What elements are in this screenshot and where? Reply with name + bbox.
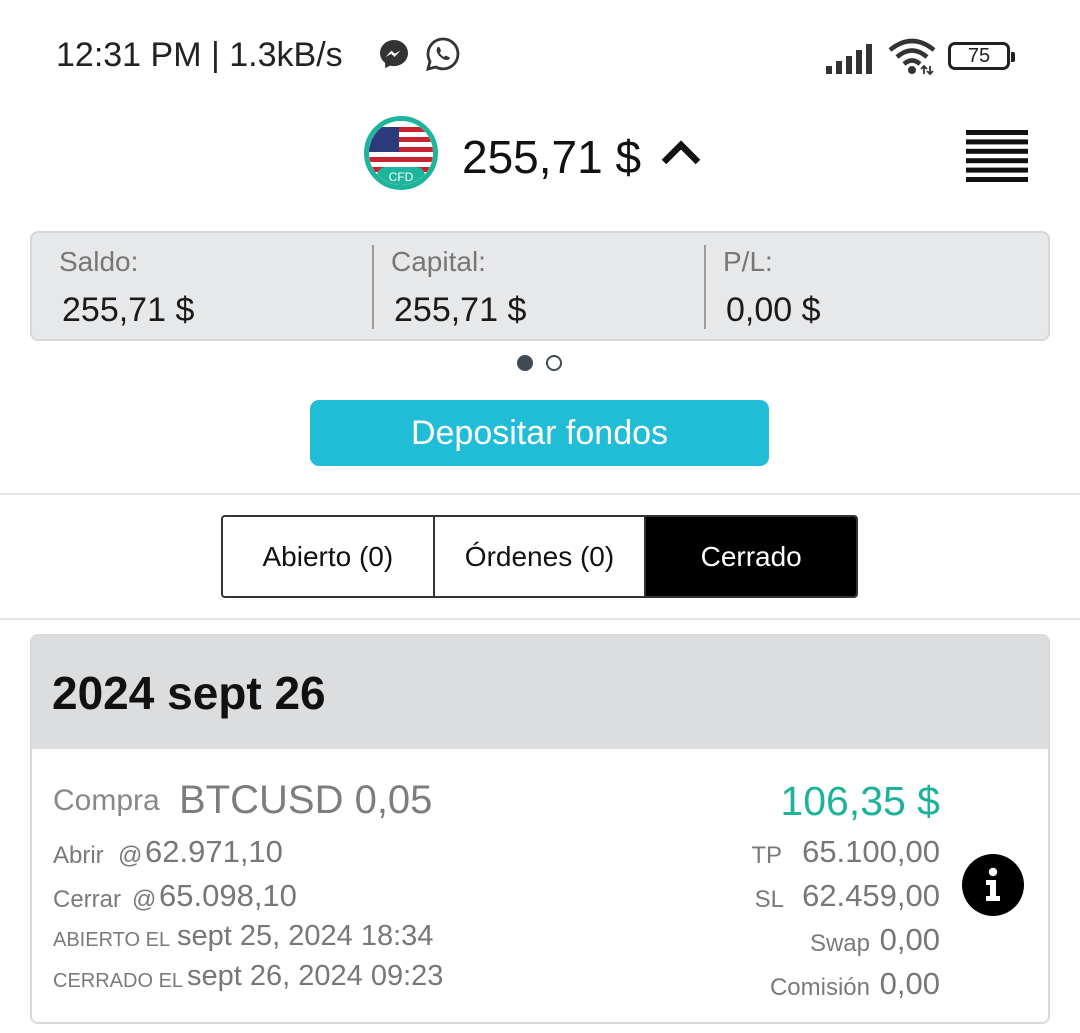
sl-value: 62.459,00 [802, 878, 940, 913]
opened-at-value: sept 25, 2024 18:34 [177, 920, 434, 952]
deposit-funds-button[interactable]: Depositar fondos [310, 400, 769, 466]
wifi-icon [888, 38, 936, 76]
flag-badge: CFD [389, 170, 414, 184]
commission-label: Comisión [769, 974, 870, 1001]
saldo-block: Saldo: 255,71 $ [59, 245, 194, 329]
tab-orders[interactable]: Órdenes (0) [435, 517, 647, 596]
opened-at-label: ABIERTO EL [53, 929, 171, 951]
chevron-up-icon[interactable] [660, 138, 702, 166]
close-price: 65.098,10 [159, 878, 297, 913]
menu-icon[interactable] [966, 130, 1028, 182]
tp-label: TP [751, 842, 782, 869]
closed-trade-card[interactable]: 2024 sept 26 Compra BTCUSD 0,05 Abrir @ … [30, 634, 1050, 1024]
tab-open[interactable]: Abierto (0) [223, 517, 435, 596]
swap-value: 0,00 [879, 922, 940, 957]
saldo-value: 255,71 $ [62, 291, 195, 329]
positions-tabs: Abierto (0) Órdenes (0) Cerrado [221, 515, 858, 598]
open-price: 62.971,10 [145, 834, 283, 869]
pl-block: P/L: 0,00 $ [723, 245, 821, 329]
card-date-header: 2024 sept 26 [32, 636, 1048, 749]
at-sign: @ [118, 842, 143, 869]
header-balance[interactable]: 255,71 $ [462, 130, 641, 184]
messenger-icon [380, 40, 408, 69]
signal-icon [826, 44, 872, 74]
status-time: 12:31 PM | 1.3kB/s [56, 36, 343, 74]
close-label: Cerrar [53, 886, 122, 913]
tab-closed[interactable]: Cerrado [646, 517, 856, 596]
trade-date: 2024 sept 26 [52, 667, 326, 719]
open-label: Abrir [53, 842, 104, 869]
tp-value: 65.100,00 [802, 834, 940, 869]
trade-profit: 106,35 $ [780, 778, 940, 824]
pl-value: 0,00 $ [726, 291, 821, 329]
trade-type: Compra [53, 784, 160, 817]
pager-dot-2[interactable] [546, 355, 562, 371]
capital-block: Capital: 255,71 $ [391, 245, 526, 329]
us-flag-cfd-icon[interactable]: CFD [364, 116, 438, 190]
info-glyph [986, 867, 1000, 901]
sl-label: SL [754, 886, 784, 913]
closed-at-label: CERRADO EL [53, 970, 184, 992]
whatsapp-icon [426, 37, 460, 71]
divider [704, 245, 706, 329]
trade-symbol-quantity: BTCUSD 0,05 [179, 778, 433, 822]
divider [372, 245, 374, 329]
pager-dot-1[interactable] [517, 355, 533, 371]
divider [0, 493, 1080, 495]
closed-at-value: sept 26, 2024 09:23 [187, 960, 444, 992]
pl-label: P/L: [723, 246, 773, 277]
divider [0, 618, 1080, 620]
battery-level: 75 [967, 45, 991, 67]
saldo-label: Saldo: [59, 246, 139, 277]
flag-graphic: CFD [369, 121, 433, 185]
capital-value: 255,71 $ [394, 291, 527, 329]
capital-label: Capital: [391, 246, 486, 277]
account-summary[interactable]: Saldo: 255,71 $ Capital: 255,71 $ P/L: 0… [30, 231, 1050, 341]
swap-label: Swap [809, 930, 870, 957]
commission-value: 0,00 [879, 966, 940, 1001]
info-icon[interactable] [962, 854, 1024, 916]
at-sign: @ [132, 886, 157, 913]
battery-icon: 75 [948, 42, 1015, 70]
